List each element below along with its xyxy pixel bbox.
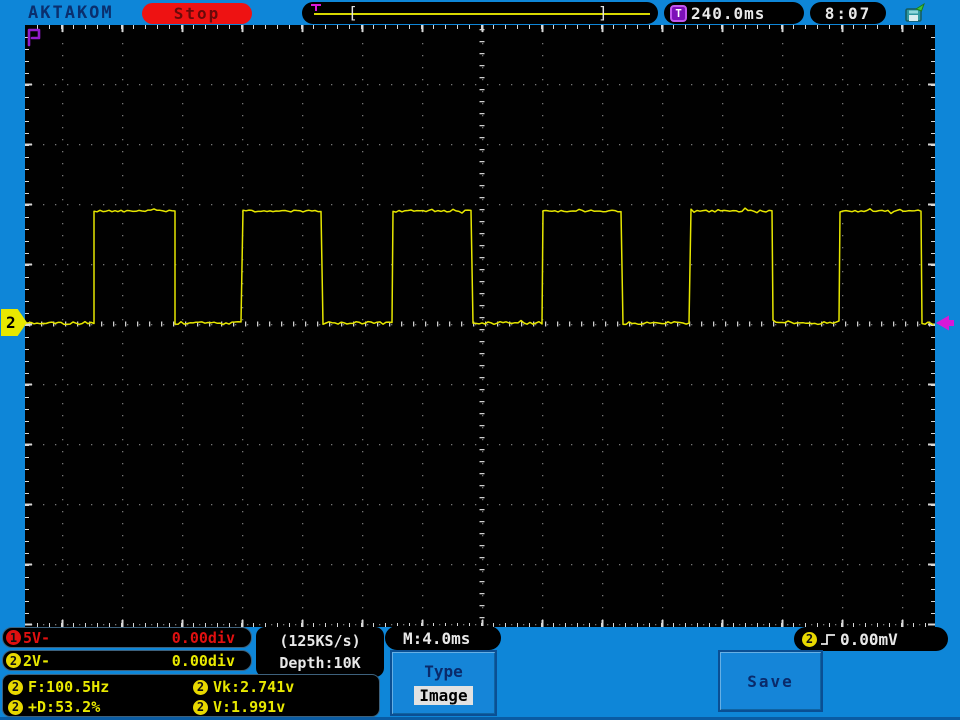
measurement-vk: 2 Vk:2.741v bbox=[193, 678, 294, 696]
acquisition-info: (125KS/s) Depth:10K bbox=[256, 627, 384, 677]
measurement-frequency: 2 F:100.5Hz bbox=[8, 678, 109, 696]
trigger-position-marker-icon bbox=[311, 4, 321, 11]
measurement-duty: 2 +D:53.2% bbox=[8, 698, 100, 716]
ch2-trace bbox=[24, 207, 935, 326]
trigger-level-value: 0.00mV bbox=[840, 629, 898, 649]
ch1-scale: 5V- bbox=[23, 628, 51, 647]
timebase-readout: M:4.0ms bbox=[385, 626, 501, 650]
brand-logo: AKTAKOM bbox=[28, 3, 114, 23]
ch2-level-marker-label: 2 bbox=[6, 313, 16, 332]
save-button-label: Save bbox=[747, 671, 794, 691]
measurement-ch-badge: 2 bbox=[8, 699, 23, 715]
run-state-badge: Stop bbox=[142, 3, 252, 24]
measurement-value: V:1.991v bbox=[213, 698, 286, 716]
run-state-label: Stop bbox=[173, 4, 221, 23]
save-button[interactable]: Save bbox=[718, 650, 823, 712]
ch2-info-row: 2 2V- 0.00div bbox=[2, 650, 252, 671]
memory-depth: Depth:10K bbox=[279, 654, 361, 673]
type-button-title: Type bbox=[424, 661, 463, 681]
measurements-panel: 2 F:100.5Hz 2 Vk:2.741v 2 +D:53.2% 2 V:1… bbox=[2, 674, 380, 717]
sample-rate: (125KS/s) bbox=[279, 631, 361, 650]
trigger-horizontal-position-icon bbox=[26, 27, 43, 51]
timebase-value: M:4.0ms bbox=[403, 628, 471, 648]
trigger-time-readout: T 240.0ms bbox=[664, 2, 804, 24]
type-button[interactable]: Type Image bbox=[390, 650, 497, 716]
usb-disk-icon bbox=[903, 2, 927, 27]
measurement-value: F:100.5Hz bbox=[28, 678, 110, 696]
trigger-time-value: 240.0ms bbox=[691, 3, 766, 23]
view-window-right-bracket: ] bbox=[598, 3, 608, 22]
trigger-position-bar: [ ] bbox=[302, 2, 658, 24]
trigger-source-badge: 2 bbox=[802, 631, 817, 647]
scope-grid-svg bbox=[24, 25, 935, 627]
view-window-left-bracket: [ bbox=[348, 3, 358, 22]
measurement-ch-badge: 2 bbox=[8, 679, 23, 695]
ch2-badge: 2 bbox=[6, 653, 21, 668]
type-button-value: Image bbox=[414, 685, 473, 705]
trigger-level-readout: 2 0.00mV bbox=[794, 627, 948, 651]
measurement-v: 2 V:1.991v bbox=[193, 698, 285, 716]
trigger-icon: T bbox=[670, 4, 687, 22]
ch2-offset: 0.00div bbox=[171, 651, 235, 670]
scope-display bbox=[24, 25, 935, 627]
ch1-info-row: 1 5V- 0.00div bbox=[2, 627, 252, 648]
clock: 8:07 bbox=[810, 2, 886, 24]
measurement-ch-badge: 2 bbox=[193, 699, 208, 715]
ch2-level-marker: 2 bbox=[1, 309, 27, 336]
rising-edge-icon bbox=[821, 633, 836, 646]
ch2-scale: 2V- bbox=[23, 651, 51, 670]
ch1-offset: 0.00div bbox=[171, 628, 235, 647]
measurement-value: +D:53.2% bbox=[28, 698, 101, 716]
measurement-value: Vk:2.741v bbox=[213, 678, 295, 696]
measurement-ch-badge: 2 bbox=[193, 679, 208, 695]
trigger-level-arrow-icon bbox=[935, 314, 955, 336]
clock-value: 8:07 bbox=[824, 3, 872, 23]
ch1-badge: 1 bbox=[6, 630, 21, 645]
